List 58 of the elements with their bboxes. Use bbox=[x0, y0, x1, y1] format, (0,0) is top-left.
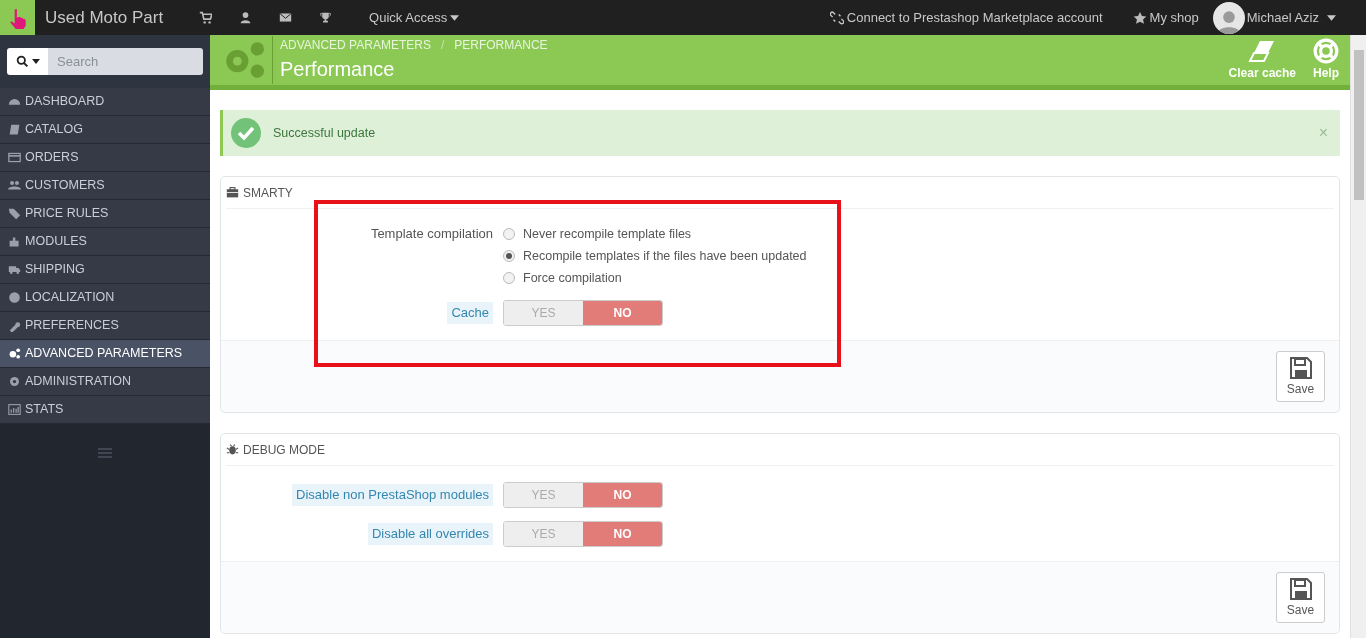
lifebuoy-icon bbox=[1312, 38, 1340, 64]
sidebar-item[interactable]: ADVANCED PARAMETERS bbox=[0, 340, 210, 368]
sidebar-item[interactable]: DASHBOARD bbox=[0, 88, 210, 116]
credit-card-icon bbox=[8, 151, 21, 164]
bug-icon bbox=[226, 443, 239, 456]
users-icon bbox=[8, 179, 21, 192]
envelope-icon bbox=[278, 11, 292, 24]
radio-option[interactable]: Force compilation bbox=[503, 269, 807, 287]
chart-icon bbox=[8, 403, 21, 416]
avatar-icon bbox=[1212, 1, 1245, 34]
briefcase-icon bbox=[226, 186, 239, 199]
cart-icon bbox=[198, 11, 212, 24]
panel-title: DEBUG MODE bbox=[243, 441, 325, 459]
trophy-icon bbox=[318, 11, 332, 24]
sidebar-item[interactable]: MODULES bbox=[0, 228, 210, 256]
radio-button[interactable] bbox=[503, 272, 515, 284]
sidebar-item[interactable]: ADMINISTRATION bbox=[0, 368, 210, 396]
unlink-icon bbox=[829, 10, 844, 25]
marketplace-link[interactable]: Connect to Prestashop Marketplace account bbox=[829, 7, 1103, 28]
search-icon bbox=[15, 55, 29, 68]
wrench-icon bbox=[8, 319, 21, 332]
radio-option[interactable]: Never recompile template files bbox=[503, 225, 807, 243]
breadcrumb-separator: / bbox=[440, 37, 445, 54]
panel-title: SMARTY bbox=[243, 184, 293, 202]
radio-option[interactable]: Recompile templates if the files have been updated bbox=[503, 247, 807, 265]
menu-icon bbox=[98, 448, 112, 458]
field-label: Cache bbox=[447, 302, 493, 324]
truck-icon bbox=[8, 263, 21, 276]
sidebar-item[interactable]: ORDERS bbox=[0, 144, 210, 172]
check-circle-icon bbox=[231, 118, 261, 148]
radio-button[interactable] bbox=[503, 228, 515, 240]
star-icon bbox=[1132, 10, 1147, 25]
quick-access-menu[interactable]: Quick Access bbox=[369, 7, 460, 28]
eraser-icon bbox=[1248, 38, 1277, 64]
sidebar-item[interactable]: SHIPPING bbox=[0, 256, 210, 284]
field-label: Template compilation bbox=[370, 225, 493, 243]
page-title: Performance bbox=[280, 57, 396, 82]
my-shop-link[interactable]: My shop bbox=[1132, 7, 1199, 28]
alert-message: Successful update bbox=[273, 124, 377, 142]
sidebar-item[interactable]: PRICE RULES bbox=[0, 200, 210, 228]
user-menu[interactable]: Michael Aziz bbox=[1212, 1, 1336, 34]
sidebar-item[interactable]: LOCALIZATION bbox=[0, 284, 210, 312]
sidebar-item[interactable]: STATS bbox=[0, 396, 210, 424]
caret-icon bbox=[1327, 14, 1336, 21]
caret-icon bbox=[31, 59, 40, 64]
sidebar-item[interactable]: CATALOG bbox=[0, 116, 210, 144]
shop-name[interactable]: Used Moto Part bbox=[45, 4, 164, 31]
tag-icon bbox=[8, 207, 21, 220]
field-label: Disable non PrestaShop modules bbox=[292, 484, 493, 506]
caret-icon bbox=[450, 14, 460, 21]
sidebar-item[interactable]: PREFERENCES bbox=[0, 312, 210, 340]
radio-button[interactable] bbox=[503, 250, 515, 262]
user-icon bbox=[238, 11, 252, 24]
field-label: Disable all overrides bbox=[367, 523, 493, 545]
scrollbar[interactable] bbox=[1350, 35, 1366, 638]
save-button[interactable]: Save bbox=[1276, 351, 1325, 402]
save-button[interactable]: Save bbox=[1276, 572, 1325, 623]
sidebar-item[interactable]: CUSTOMERS bbox=[0, 172, 210, 200]
